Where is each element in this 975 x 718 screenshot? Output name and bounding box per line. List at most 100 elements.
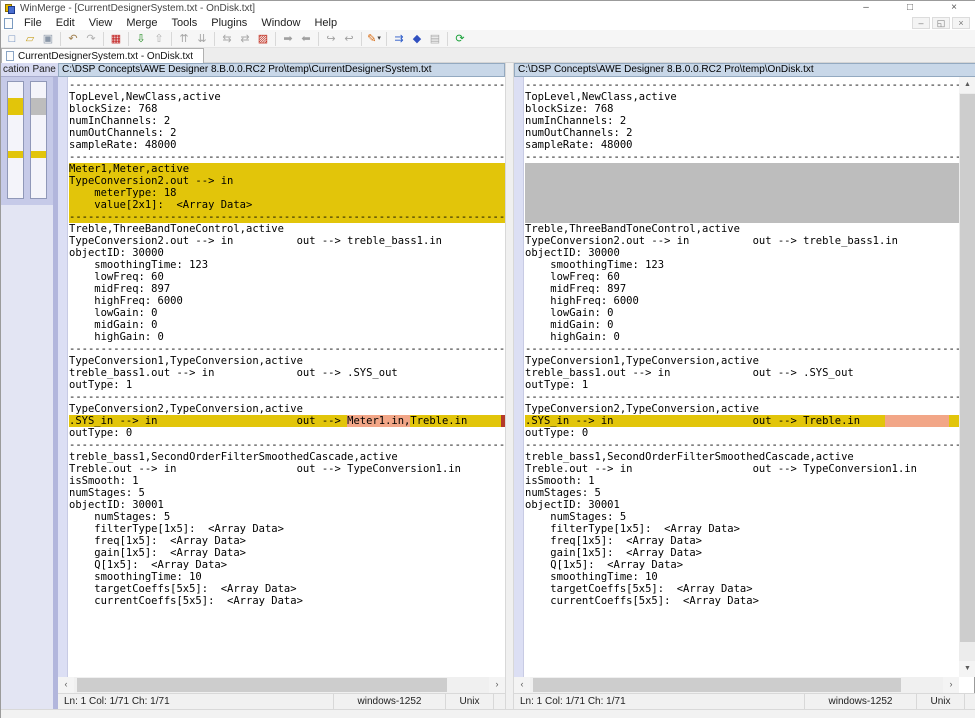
location-bar-left-file[interactable]	[7, 81, 24, 199]
left-hscroll-thumb[interactable]	[77, 678, 447, 692]
left-pane-margin	[58, 77, 68, 677]
window-maximize-button[interactable]: □	[888, 1, 932, 16]
menu-window[interactable]: Window	[254, 16, 307, 30]
left-pane-editor[interactable]: ----------------------------------------…	[58, 77, 505, 677]
scroll-right-arrow-icon[interactable]: ›	[943, 677, 959, 693]
left-status-eol: Unix	[445, 694, 493, 710]
next-difference-icon[interactable]: ⇩	[132, 31, 150, 47]
diff-line: ----------------------------------------…	[69, 211, 505, 223]
left-file-pane: C:\DSP Concepts\AWE Designer 8.B.0.0.RC2…	[58, 63, 505, 709]
code-line: highGain: 0	[69, 331, 505, 343]
winmerge-app-icon	[5, 4, 15, 14]
mdi-restore-button[interactable]: ◱	[932, 17, 950, 29]
window-title: WinMerge - [CurrentDesignerSystem.txt - …	[20, 3, 255, 14]
code-line: outType: 1	[525, 379, 959, 391]
current-difference-icon[interactable]: ⇆	[218, 31, 236, 47]
code-line: ----------------------------------------…	[525, 151, 959, 163]
scroll-left-arrow-icon[interactable]: ‹	[58, 677, 74, 693]
code-line: outType: 0	[69, 427, 505, 439]
code-line: Q[1x5]: <Array Data>	[525, 559, 959, 571]
copy-right-and-advance-icon[interactable]: ↪	[322, 31, 340, 47]
vscroll-thumb[interactable]	[960, 94, 975, 642]
code-line: objectID: 30000	[525, 247, 959, 259]
location-bar-right-file[interactable]	[30, 81, 47, 199]
mdi-close-button[interactable]: ×	[952, 17, 970, 29]
menu-view[interactable]: View	[82, 16, 120, 30]
ghost-line	[525, 211, 959, 223]
window-close-button[interactable]: ×	[932, 1, 975, 16]
menu-plugins[interactable]: Plugins	[204, 16, 254, 30]
vertical-scrollbar[interactable]: ▲ ▼	[959, 77, 975, 677]
diff-line: .SYS_in --> in out --> Treble.in	[525, 415, 959, 427]
manual-merge-icon[interactable]: ▤	[426, 31, 444, 47]
menu-edit[interactable]: Edit	[49, 16, 82, 30]
left-horizontal-scrollbar[interactable]: ‹ ›	[58, 677, 505, 693]
code-line: currentCoeffs[5x5]: <Array Data>	[69, 595, 505, 607]
copy-left-icon[interactable]: ⬅	[297, 31, 315, 47]
menu-file[interactable]: File	[17, 16, 49, 30]
right-status-encoding: windows-1252	[804, 694, 916, 710]
right-status-eol: Unix	[916, 694, 964, 710]
code-line: TopLevel,NewClass,active	[525, 91, 959, 103]
dropdown-caret-icon[interactable]: ▾	[377, 31, 381, 47]
code-line: lowGain: 0	[525, 307, 959, 319]
right-horizontal-scrollbar[interactable]: ‹ ›	[514, 677, 959, 693]
location-diff-segment[interactable]	[8, 151, 23, 157]
redo-icon[interactable]: ↷	[82, 31, 100, 47]
open-icon[interactable]: ▱	[21, 31, 39, 47]
right-status-position: Ln: 1 Col: 1/71 Ch: 1/71	[514, 696, 804, 707]
code-line: treble_bass1.out --> in out --> .SYS_out	[69, 367, 505, 379]
code-line: numInChannels: 2	[525, 115, 959, 127]
code-line: outType: 0	[525, 427, 959, 439]
code-line: TypeConversion2,TypeConversion,active	[525, 403, 959, 415]
code-line: sampleRate: 48000	[525, 139, 959, 151]
code-line: objectID: 30001	[525, 499, 959, 511]
refresh-icon[interactable]: ⟳	[451, 31, 469, 47]
copy-left-and-advance-icon[interactable]: ↩	[340, 31, 358, 47]
menu-tools[interactable]: Tools	[165, 16, 205, 30]
location-pane-header: cation Pane ×	[1, 63, 58, 77]
scroll-left-arrow-icon[interactable]: ‹	[514, 677, 530, 693]
location-ghost-segment[interactable]	[31, 98, 46, 115]
diff-line: value[2x1]: <Array Data>	[69, 199, 505, 211]
menu-merge[interactable]: Merge	[119, 16, 164, 30]
location-diff-segment[interactable]	[31, 151, 46, 157]
pane-splitter[interactable]	[505, 63, 514, 709]
menu-help[interactable]: Help	[307, 16, 344, 30]
code-line: currentCoeffs[5x5]: <Array Data>	[525, 595, 959, 607]
tab-label: CurrentDesignerSystem.txt - OnDisk.txt	[18, 51, 193, 62]
first-difference-icon[interactable]: ⇈	[175, 31, 193, 47]
previous-difference-icon[interactable]: ⇧	[150, 31, 168, 47]
options-filter-icon[interactable]: ▦	[107, 31, 125, 47]
left-status-stub	[493, 694, 505, 710]
right-pane-margin	[514, 77, 524, 677]
next-conflict-icon[interactable]: ⇄	[236, 31, 254, 47]
plugins-icon[interactable]: ◆	[408, 31, 426, 47]
code-line: gain[1x5]: <Array Data>	[69, 547, 505, 559]
toolbar-separator	[361, 32, 362, 46]
window-minimize-button[interactable]: –	[844, 1, 888, 16]
location-diff-segment[interactable]	[8, 98, 23, 115]
new-icon[interactable]: □	[3, 31, 21, 47]
undo-icon[interactable]: ↶	[64, 31, 82, 47]
right-pane-editor[interactable]: ----------------------------------------…	[514, 77, 959, 677]
tab-comparison[interactable]: CurrentDesignerSystem.txt - OnDisk.txt	[1, 48, 204, 63]
ghost-line	[525, 163, 959, 175]
save-icon[interactable]: ▣	[39, 31, 57, 47]
toolbar-separator	[103, 32, 104, 46]
scroll-down-arrow-icon[interactable]: ▼	[959, 661, 975, 677]
scroll-right-arrow-icon[interactable]: ›	[489, 677, 505, 693]
copy-right-icon[interactable]: ➡	[279, 31, 297, 47]
right-file-pane: C:\DSP Concepts\AWE Designer 8.B.0.0.RC2…	[514, 63, 975, 709]
ghost-line	[525, 175, 959, 187]
mdi-minimize-button[interactable]: –	[912, 17, 930, 29]
code-line: highFreq: 6000	[525, 295, 959, 307]
scroll-up-arrow-icon[interactable]: ▲	[959, 77, 975, 93]
right-hscroll-thumb[interactable]	[533, 678, 901, 692]
last-difference-icon[interactable]: ⇊	[193, 31, 211, 47]
code-line: TypeConversion1,TypeConversion,active	[525, 355, 959, 367]
code-line: blockSize: 768	[69, 103, 505, 115]
highlight-icon[interactable]: ✎▾	[365, 31, 383, 47]
select-line-difference-icon[interactable]: ▨	[254, 31, 272, 47]
auto-merge-icon[interactable]: ⇉	[390, 31, 408, 47]
